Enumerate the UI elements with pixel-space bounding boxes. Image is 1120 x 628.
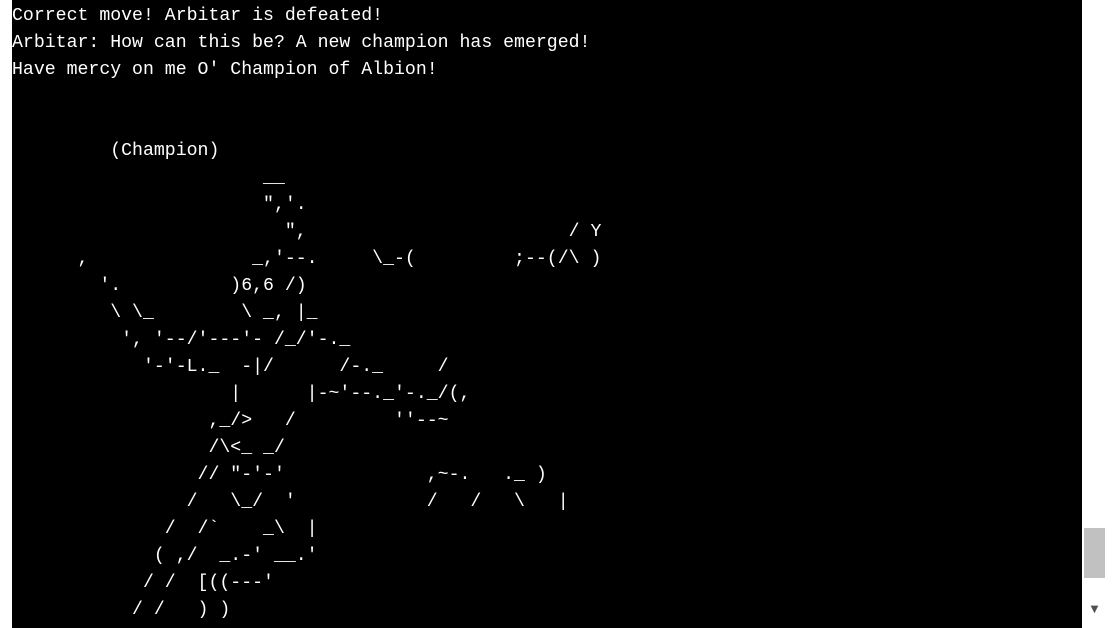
terminal-line: '. )6,6 /) bbox=[12, 276, 307, 296]
terminal-line: / \_/ ' / / \ | bbox=[12, 492, 569, 512]
terminal-text: Correct move! Arbitar is defeated! Arbita… bbox=[12, 3, 601, 624]
terminal-line: ', '--/'---'- /_/'-._ bbox=[12, 330, 351, 350]
terminal-line: \ \_ \ _, |_ bbox=[12, 303, 318, 323]
terminal-line: / /` _\ | bbox=[12, 519, 318, 539]
terminal-line: / / [((---' bbox=[12, 573, 274, 593]
terminal-line: // "-'-' ,~-. ._ ) bbox=[12, 465, 547, 485]
vertical-scrollbar[interactable]: ▼ bbox=[1082, 0, 1107, 628]
scrollbar-thumb[interactable] bbox=[1084, 528, 1105, 578]
terminal-line: Arbitar: How can this be? A new champion… bbox=[12, 33, 591, 53]
terminal-line: /\<_ _/ bbox=[12, 438, 285, 458]
terminal-line: , _,'--. \_-( ;--(/\ ) bbox=[12, 249, 602, 269]
terminal-line: / / ) ) bbox=[12, 600, 231, 620]
terminal-line: | |-~'--._'-._/(, bbox=[12, 384, 471, 404]
terminal-line: ( ,/ _.-' __.' bbox=[12, 546, 318, 566]
terminal-line: '-'-L._ -|/ /-._ / bbox=[12, 357, 449, 377]
terminal-output: Correct move! Arbitar is defeated! Arbita… bbox=[12, 0, 1082, 628]
terminal-line: __ bbox=[12, 168, 285, 188]
terminal-line: ,_/> / ''--~ bbox=[12, 411, 449, 431]
scroll-down-arrow-icon[interactable]: ▼ bbox=[1082, 600, 1107, 620]
terminal-line: (Champion) bbox=[12, 141, 220, 161]
terminal-line: Correct move! Arbitar is defeated! bbox=[12, 6, 384, 26]
terminal-line: Have mercy on me O' Champion of Albion! bbox=[12, 60, 438, 80]
terminal-line: ", / Y bbox=[12, 222, 602, 242]
terminal-line: ",'. bbox=[12, 195, 307, 215]
